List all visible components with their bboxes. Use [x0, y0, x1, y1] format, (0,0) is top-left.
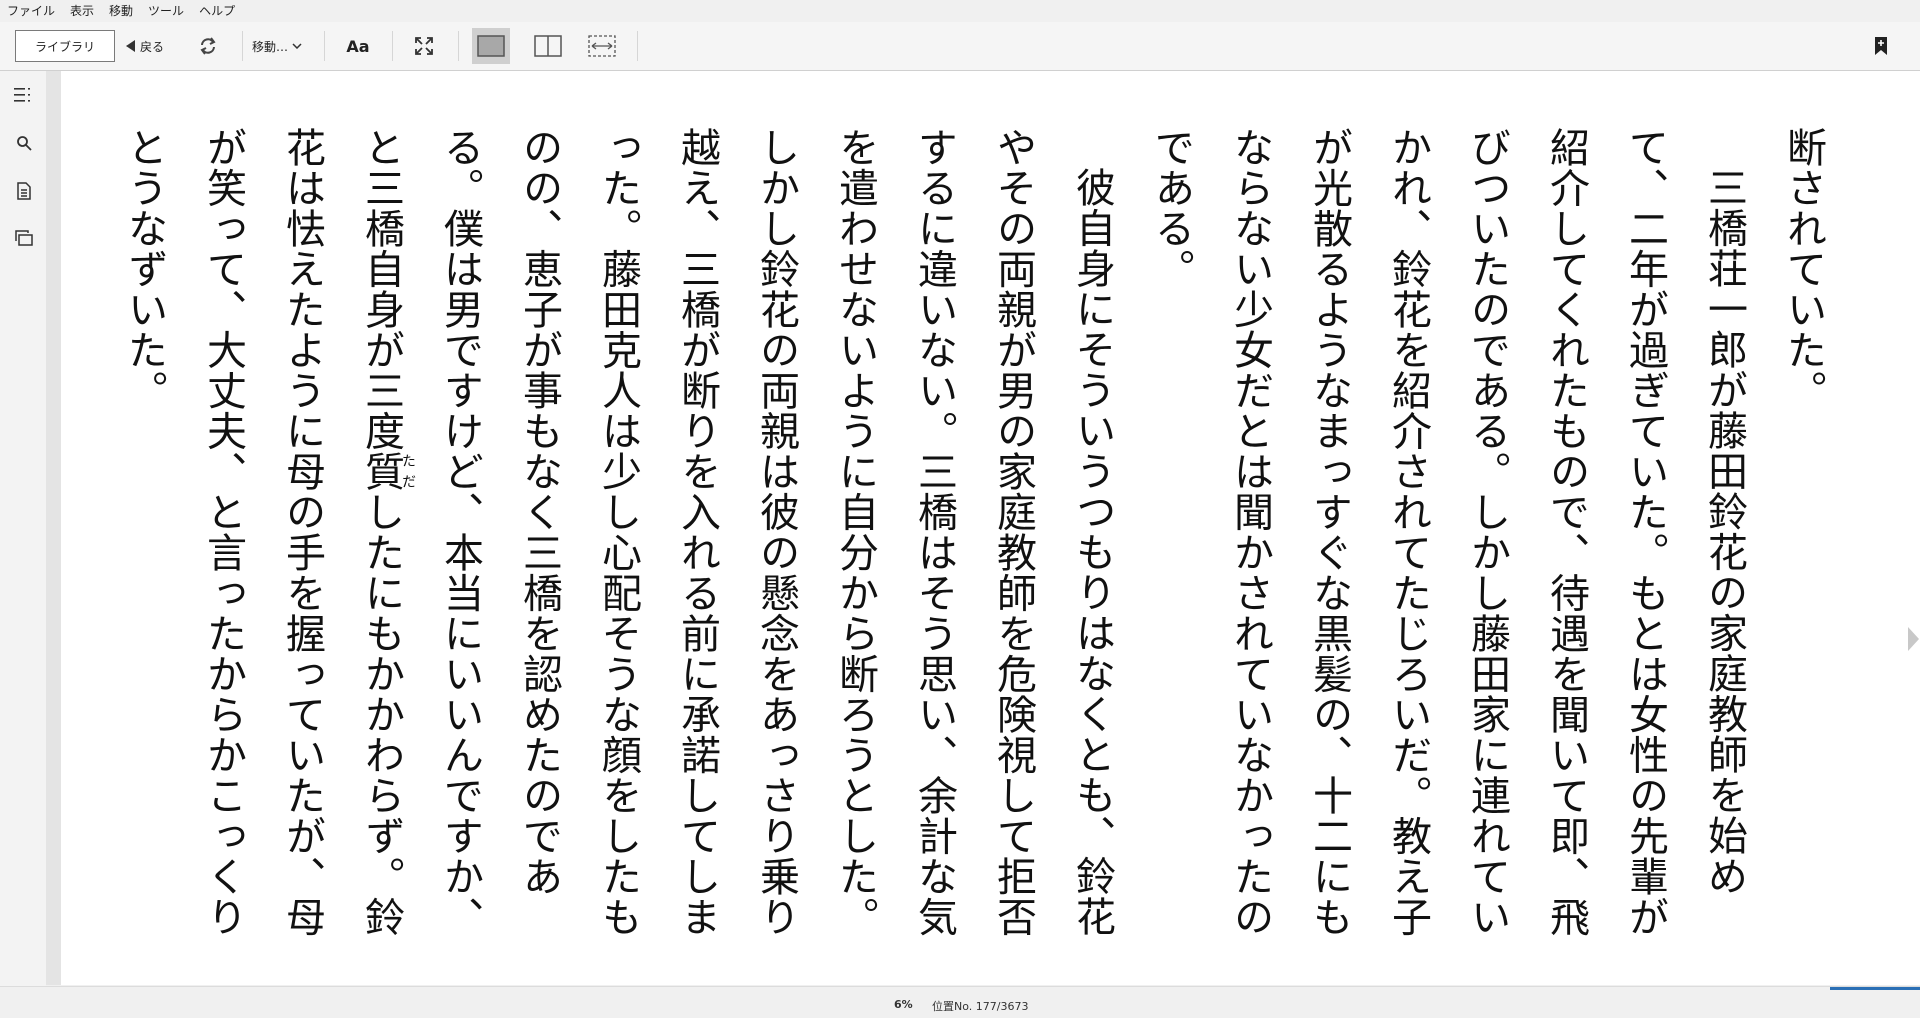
goto-label: 移動… — [252, 39, 289, 54]
fit-width-view-button[interactable] — [584, 30, 620, 62]
goto-dropdown[interactable]: 移動… — [252, 30, 302, 62]
menu-tools[interactable]: ツール — [141, 0, 192, 22]
paragraph: 断されていた。 — [1780, 127, 1826, 411]
toolbar-divider — [324, 31, 325, 61]
sync-icon — [200, 37, 216, 55]
menu-view[interactable]: 表示 — [63, 0, 102, 22]
toc-icon — [14, 88, 30, 102]
location-indicator: 位置No. 177/3673 — [932, 1000, 1029, 1013]
paragraph: 彼自身にそういうつもりはなくとも、鈴花やその両親が男の家庭教師を危険視して拒否す… — [121, 127, 1115, 937]
bookmark-button[interactable] — [1868, 30, 1894, 62]
toolbar-divider — [458, 31, 459, 61]
menu-go[interactable]: 移動 — [102, 0, 141, 22]
menu-file[interactable]: ファイル — [0, 0, 63, 22]
reading-page[interactable]: 断されていた。 三橋荘一郎が藤田鈴花の家庭教師を始めて、二年が過ぎていた。もとは… — [61, 71, 1920, 985]
reading-progress-bar — [0, 987, 1920, 990]
menu-help[interactable]: ヘルプ — [192, 0, 243, 22]
next-page-arrow-icon[interactable] — [1906, 619, 1920, 659]
fit-width-icon — [588, 35, 616, 57]
notes-button[interactable] — [12, 179, 36, 203]
back-arrow-icon — [126, 40, 135, 52]
menu-bar: ファイル 表示 移動 ツール ヘルプ — [0, 0, 1920, 22]
flashcards-button[interactable] — [12, 226, 36, 250]
notes-icon — [17, 182, 31, 200]
paragraph: 三橋荘一郎が藤田鈴花の家庭教師を始めて、二年が過ぎていた。もとは女性の先輩が紹介… — [1148, 127, 1747, 937]
table-of-contents-button[interactable] — [12, 83, 36, 107]
chevron-down-icon — [292, 43, 302, 49]
progress-fill — [1830, 987, 1920, 990]
fullscreen-button[interactable] — [408, 30, 440, 62]
two-page-icon — [534, 35, 562, 57]
sync-button[interactable] — [192, 30, 224, 62]
ruby-annotation: 質ただ — [358, 451, 416, 492]
single-page-icon — [477, 35, 505, 57]
book-text: 断されていた。 三橋荘一郎が藤田鈴花の家庭教師を始めて、二年が過ぎていた。もとは… — [104, 127, 1842, 957]
flashcards-icon — [15, 230, 33, 246]
search-icon — [17, 136, 32, 151]
toolbar-divider — [637, 31, 638, 61]
library-button[interactable]: ライブラリ — [15, 30, 115, 62]
back-button[interactable]: 戻る — [126, 30, 164, 62]
two-page-view-button[interactable] — [530, 30, 566, 62]
toolbar-divider — [392, 31, 393, 61]
bookmark-add-icon — [1875, 37, 1887, 55]
search-button[interactable] — [12, 131, 36, 155]
status-bar: 6% 位置No. 177/3673 — [0, 986, 1920, 1018]
toolbar-divider — [242, 31, 243, 61]
single-page-view-button[interactable] — [472, 28, 510, 64]
toolbar: ライブラリ 戻る 移動… Aa — [0, 22, 1920, 71]
back-label: 戻る — [140, 39, 165, 54]
percent-read: 6% — [894, 998, 913, 1011]
left-sidebar — [0, 71, 46, 986]
fullscreen-icon — [415, 37, 433, 55]
font-settings-button[interactable]: Aa — [342, 30, 374, 62]
page-margin-strip — [46, 71, 61, 985]
